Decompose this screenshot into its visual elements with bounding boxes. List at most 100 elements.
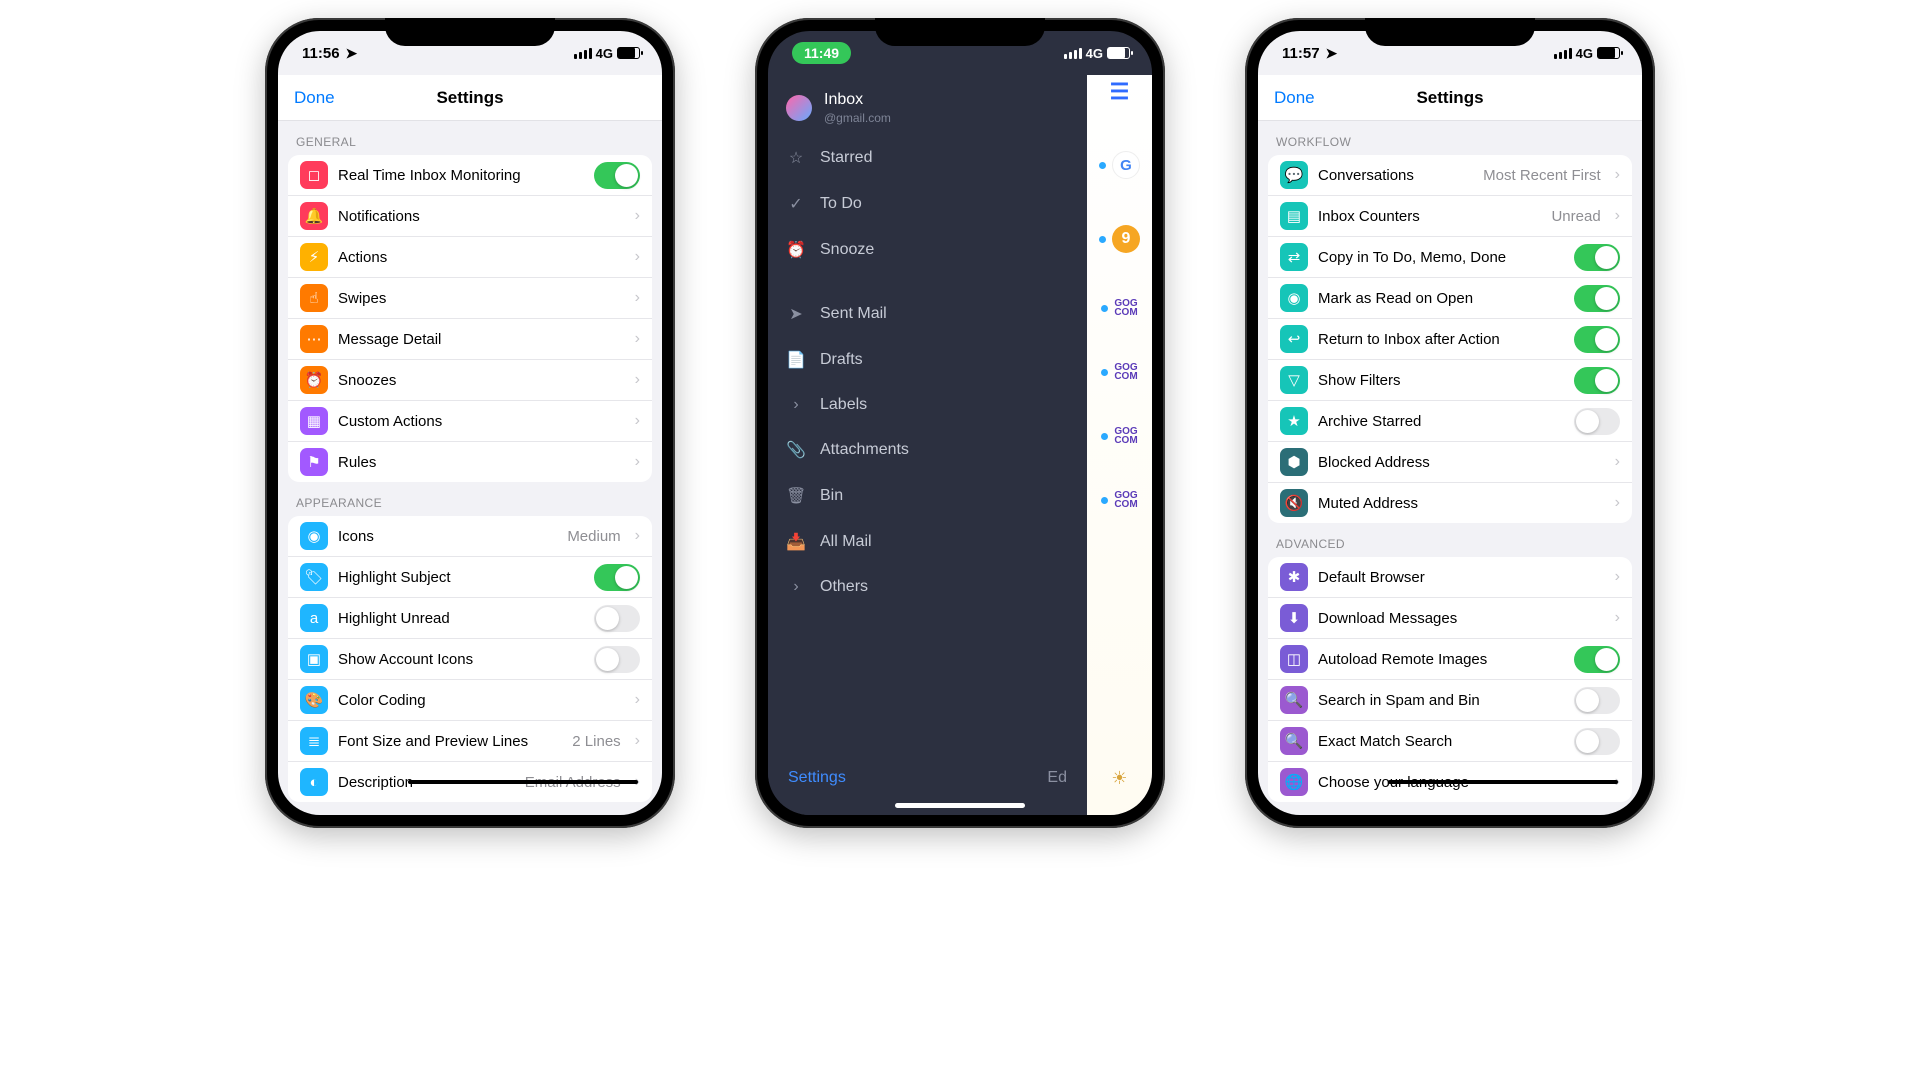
settings-row[interactable]: ▽ Show Filters	[1268, 359, 1632, 400]
peek-row-gog-2[interactable]: GOGCOM	[1101, 363, 1137, 381]
done-button[interactable]: Done	[294, 88, 335, 108]
section-header-general: GENERAL	[278, 121, 662, 155]
toggle-6[interactable]	[1574, 408, 1620, 435]
sidebar-item-attachments[interactable]: 📎 Attachments	[768, 427, 1087, 473]
nav-bar: Done Settings	[278, 75, 662, 121]
sidebar-item-labels[interactable]: › Labels	[768, 383, 1087, 427]
chevron-right-icon: ›	[1615, 207, 1620, 225]
row-label: Swipes	[338, 290, 625, 307]
row-value: Unread	[1551, 208, 1600, 225]
network-label: 4G	[1576, 46, 1593, 61]
toggle-3[interactable]	[1574, 285, 1620, 312]
general-group: ◻︎ Real Time Inbox Monitoring 🔔 Notifica…	[288, 155, 652, 482]
toggle-4[interactable]	[1574, 728, 1620, 755]
notch	[875, 18, 1045, 46]
settings-row[interactable]: ◉ Mark as Read on Open	[1268, 277, 1632, 318]
settings-row[interactable]: ⏰ Snoozes ›	[288, 359, 652, 400]
toggle-3[interactable]	[1574, 687, 1620, 714]
settings-row[interactable]: ☝︎ Swipes ›	[288, 277, 652, 318]
settings-row[interactable]: 🔔 Notifications ›	[288, 195, 652, 236]
inbox-peek[interactable]: ☰ G 9 GOGCOM GOGCOM GOGCOM GOGCOM ☀︎	[1087, 75, 1152, 815]
chevron-right-icon: ›	[1615, 609, 1620, 627]
sidebar-item-label: Sent Mail	[820, 305, 887, 323]
settings-row[interactable]: 🔍 Search in Spam and Bin	[1268, 679, 1632, 720]
sidebar-item-starred[interactable]: ☆ Starred	[768, 135, 1087, 181]
toggle-2[interactable]	[594, 605, 640, 632]
toggle-3[interactable]	[594, 646, 640, 673]
settings-row[interactable]: ⚡︎ Actions ›	[288, 236, 652, 277]
page-title: Settings	[1416, 88, 1483, 108]
settings-row[interactable]: ▣ Show Account Icons	[288, 638, 652, 679]
battery-icon	[1597, 47, 1620, 59]
done-button[interactable]: Done	[1274, 88, 1315, 108]
signal-icon	[1064, 48, 1082, 59]
chevron-right-icon: ›	[1615, 166, 1620, 184]
settings-link[interactable]: Settings	[788, 769, 846, 787]
edit-link[interactable]: Ed	[1047, 769, 1067, 787]
sidebar-item-drafts[interactable]: 📄 Drafts	[768, 337, 1087, 383]
account-header[interactable]: Inbox @gmail.com	[768, 83, 1087, 129]
toggle-4[interactable]	[1574, 326, 1620, 353]
chevron-right-icon: ›	[635, 207, 640, 225]
return-icon: ↩︎	[1280, 325, 1308, 353]
settings-row[interactable]: ✱ Default Browser ›	[1268, 557, 1632, 597]
toggle-2[interactable]	[1574, 244, 1620, 271]
row-label: Real Time Inbox Monitoring	[338, 167, 584, 184]
settings-row[interactable]: 💬 Conversations Most Recent First›	[1268, 155, 1632, 195]
peek-row-gog-3[interactable]: GOGCOM	[1101, 427, 1137, 445]
sidebar-item-sent mail[interactable]: ➤ Sent Mail	[768, 291, 1087, 337]
settings-row[interactable]: ⬇︎ Download Messages ›	[1268, 597, 1632, 638]
sidebar-item-bin[interactable]: 🗑 Bin	[768, 473, 1087, 519]
settings-row[interactable]: ⚑ Rules ›	[288, 441, 652, 482]
peek-row-number[interactable]: 9	[1099, 225, 1140, 253]
gog-logo: GOGCOM	[1114, 427, 1137, 445]
settings-row[interactable]: 🏷 Highlight Subject	[288, 556, 652, 597]
toggle-2[interactable]	[1574, 646, 1620, 673]
settings-row[interactable]: ⋯ Message Detail ›	[288, 318, 652, 359]
settings-row[interactable]: ◉ Icons Medium›	[288, 516, 652, 556]
sidebar-item-label: Attachments	[820, 441, 909, 459]
hamburger-icon[interactable]: ☰	[1110, 79, 1130, 105]
peek-row-google[interactable]: G	[1099, 151, 1140, 179]
sidebar-item-to do[interactable]: ✓ To Do	[768, 181, 1087, 227]
sidebar-item-all mail[interactable]: 📥 All Mail	[768, 519, 1087, 565]
settings-row[interactable]: ▤ Inbox Counters Unread›	[1268, 195, 1632, 236]
settings-row[interactable]: 🔍 Exact Match Search	[1268, 720, 1632, 761]
settings-row[interactable]: ◫ Autoload Remote Images	[1268, 638, 1632, 679]
sidebar-item-snooze[interactable]: ⏰ Snooze	[768, 227, 1087, 273]
sun-icon[interactable]: ☀︎	[1111, 768, 1127, 789]
mask-icon: ◐	[300, 768, 328, 796]
toggle-5[interactable]	[1574, 367, 1620, 394]
chevron-right-icon: ›	[635, 412, 640, 430]
settings-row[interactable]: ↩︎ Return to Inbox after Action	[1268, 318, 1632, 359]
person-icon: ◉	[300, 522, 328, 550]
sidebar-item-others[interactable]: › Others	[768, 565, 1087, 609]
settings-row[interactable]: ◻︎ Real Time Inbox Monitoring	[288, 155, 652, 195]
settings-row[interactable]: 🎨 Color Coding ›	[288, 679, 652, 720]
settings-row[interactable]: 🔇 Muted Address ›	[1268, 482, 1632, 523]
peek-row-gog-1[interactable]: GOGCOM	[1101, 299, 1137, 317]
dots-icon: ⋯	[300, 325, 328, 353]
settings-row[interactable]: ⬢ Blocked Address ›	[1268, 441, 1632, 482]
row-label: Show Filters	[1318, 372, 1564, 389]
toggle-1[interactable]	[594, 564, 640, 591]
row-label: Rules	[338, 454, 625, 471]
settings-row[interactable]: a Highlight Unread	[288, 597, 652, 638]
settings-row[interactable]: ≣ Font Size and Preview Lines 2 Lines›	[288, 720, 652, 761]
toggle-0[interactable]	[594, 162, 640, 189]
shield-icon: ⬢	[1280, 448, 1308, 476]
filter-icon: ▽	[1280, 366, 1308, 394]
check-icon: ✓	[786, 194, 806, 214]
peek-row-gog-4[interactable]: GOGCOM	[1101, 491, 1137, 509]
settings-row[interactable]: ▦ Custom Actions ›	[288, 400, 652, 441]
settings-row[interactable]: ★ Archive Starred	[1268, 400, 1632, 441]
redaction-bar	[1388, 780, 1618, 784]
phone-left: 11:56➤ 4G Done Settings GENERAL ◻︎ Real …	[265, 18, 675, 828]
browser-icon: ✱	[1280, 563, 1308, 591]
row-label: Show Account Icons	[338, 651, 584, 668]
settings-row[interactable]: ⇄ Copy in To Do, Memo, Done	[1268, 236, 1632, 277]
gog-logo: GOGCOM	[1114, 299, 1137, 317]
row-value: Most Recent First	[1483, 167, 1601, 184]
account-name: Inbox	[824, 91, 891, 109]
sidebar-item-label: Labels	[820, 396, 867, 414]
